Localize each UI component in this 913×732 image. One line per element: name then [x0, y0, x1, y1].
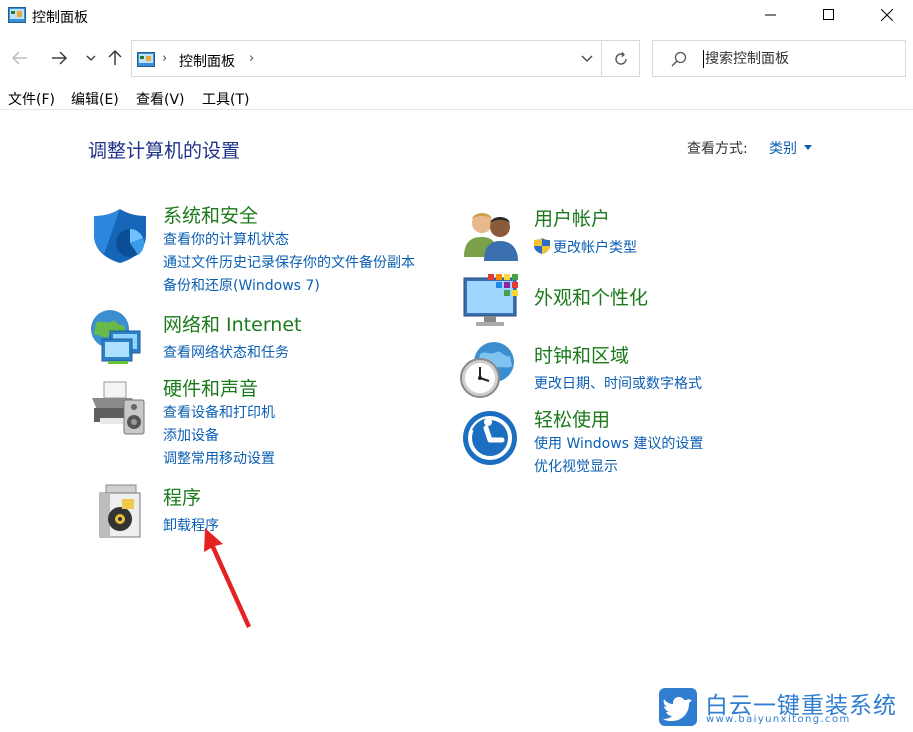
view-by-dropdown[interactable]: 类别: [769, 138, 797, 158]
clock-globe-icon[interactable]: [458, 340, 518, 400]
menu-tools[interactable]: 工具(T): [202, 89, 249, 109]
network-globe-icon[interactable]: [88, 307, 148, 367]
appearance-monitor-icon[interactable]: [462, 272, 522, 332]
uac-shield-icon: [534, 238, 550, 254]
refresh-button[interactable]: [601, 41, 640, 76]
address-bar[interactable]: › 控制面板 ›: [131, 40, 640, 77]
category-title-appearance[interactable]: 外观和个性化: [534, 283, 648, 310]
close-icon: [881, 9, 893, 21]
arrow-right-icon: [52, 51, 67, 65]
link-optimize-visual-display[interactable]: 优化视觉显示: [534, 456, 618, 476]
breadcrumb-separator[interactable]: ›: [162, 51, 167, 66]
chevron-down-icon: [86, 55, 96, 61]
text-caret: [703, 50, 704, 68]
arrow-up-icon: [108, 50, 122, 65]
refresh-icon: [615, 51, 627, 65]
menu-bar: 文件(F) 编辑(E) 查看(V) 工具(T): [0, 86, 913, 110]
search-box[interactable]: [652, 40, 906, 77]
control-panel-app-icon: [8, 7, 26, 23]
control-panel-small-icon: [137, 52, 155, 67]
link-file-history-backup[interactable]: 通过文件历史记录保存你的文件备份副本: [163, 252, 415, 272]
close-button[interactable]: [858, 0, 913, 30]
breadcrumb-separator[interactable]: ›: [249, 51, 254, 66]
programs-installer-icon[interactable]: [92, 481, 152, 541]
link-network-status[interactable]: 查看网络状态和任务: [163, 342, 289, 362]
minimize-icon: [765, 14, 776, 16]
link-devices-printers[interactable]: 查看设备和打印机: [163, 402, 275, 422]
title-bar: 控制面板: [0, 0, 913, 32]
link-change-date-time-format[interactable]: 更改日期、时间或数字格式: [534, 373, 702, 393]
minimize-button[interactable]: [742, 0, 800, 30]
menu-file[interactable]: 文件(F): [8, 89, 55, 109]
category-title-user-accounts[interactable]: 用户帐户: [534, 204, 610, 231]
user-accounts-icon[interactable]: [462, 205, 522, 265]
dropdown-arrow-icon[interactable]: [804, 145, 812, 150]
menu-view[interactable]: 查看(V): [136, 89, 185, 109]
ease-of-access-icon[interactable]: [460, 406, 520, 466]
category-title-programs[interactable]: 程序: [163, 483, 201, 510]
annotation-arrow-icon: [204, 528, 251, 628]
menu-edit[interactable]: 编辑(E): [71, 89, 119, 109]
search-input[interactable]: [705, 46, 895, 72]
window-title: 控制面板: [32, 10, 88, 26]
arrow-left-icon: [12, 51, 27, 65]
page-title: 调整计算机的设置: [88, 140, 241, 162]
view-by-label: 查看方式:: [687, 141, 748, 157]
link-mobility-settings[interactable]: 调整常用移动设置: [163, 448, 275, 468]
category-title-hardware-sound[interactable]: 硬件和声音: [163, 374, 258, 401]
maximize-icon: [823, 9, 834, 20]
category-title-ease-of-access[interactable]: 轻松使用: [534, 405, 610, 432]
address-dropdown-button[interactable]: [573, 41, 601, 76]
watermark-url: www.baiyunxitong.com: [706, 714, 851, 725]
link-backup-restore[interactable]: 备份和还原(Windows 7): [163, 275, 320, 295]
navigation-row: › 控制面板 ›: [0, 38, 913, 78]
recent-locations-button[interactable]: [81, 48, 101, 68]
category-title-clock-region[interactable]: 时钟和区域: [534, 341, 629, 368]
link-change-account-type[interactable]: 更改帐户类型: [553, 237, 637, 257]
breadcrumb-control-panel[interactable]: 控制面板: [179, 51, 235, 71]
watermark-bird-logo: [659, 688, 697, 726]
up-button[interactable]: [105, 48, 125, 68]
printer-speaker-icon[interactable]: [88, 378, 148, 438]
back-button[interactable]: [10, 48, 30, 68]
maximize-button[interactable]: [800, 0, 858, 30]
category-title-network[interactable]: 网络和 Internet: [163, 310, 301, 337]
link-view-computer-status[interactable]: 查看你的计算机状态: [163, 229, 289, 249]
forward-button[interactable]: [49, 48, 69, 68]
category-title-system-security[interactable]: 系统和安全: [163, 201, 258, 228]
chevron-down-icon: [581, 55, 593, 62]
link-add-device[interactable]: 添加设备: [163, 425, 219, 445]
security-shield-icon[interactable]: [90, 205, 150, 265]
search-icon: [671, 51, 687, 67]
link-recommended-settings[interactable]: 使用 Windows 建议的设置: [534, 433, 703, 453]
